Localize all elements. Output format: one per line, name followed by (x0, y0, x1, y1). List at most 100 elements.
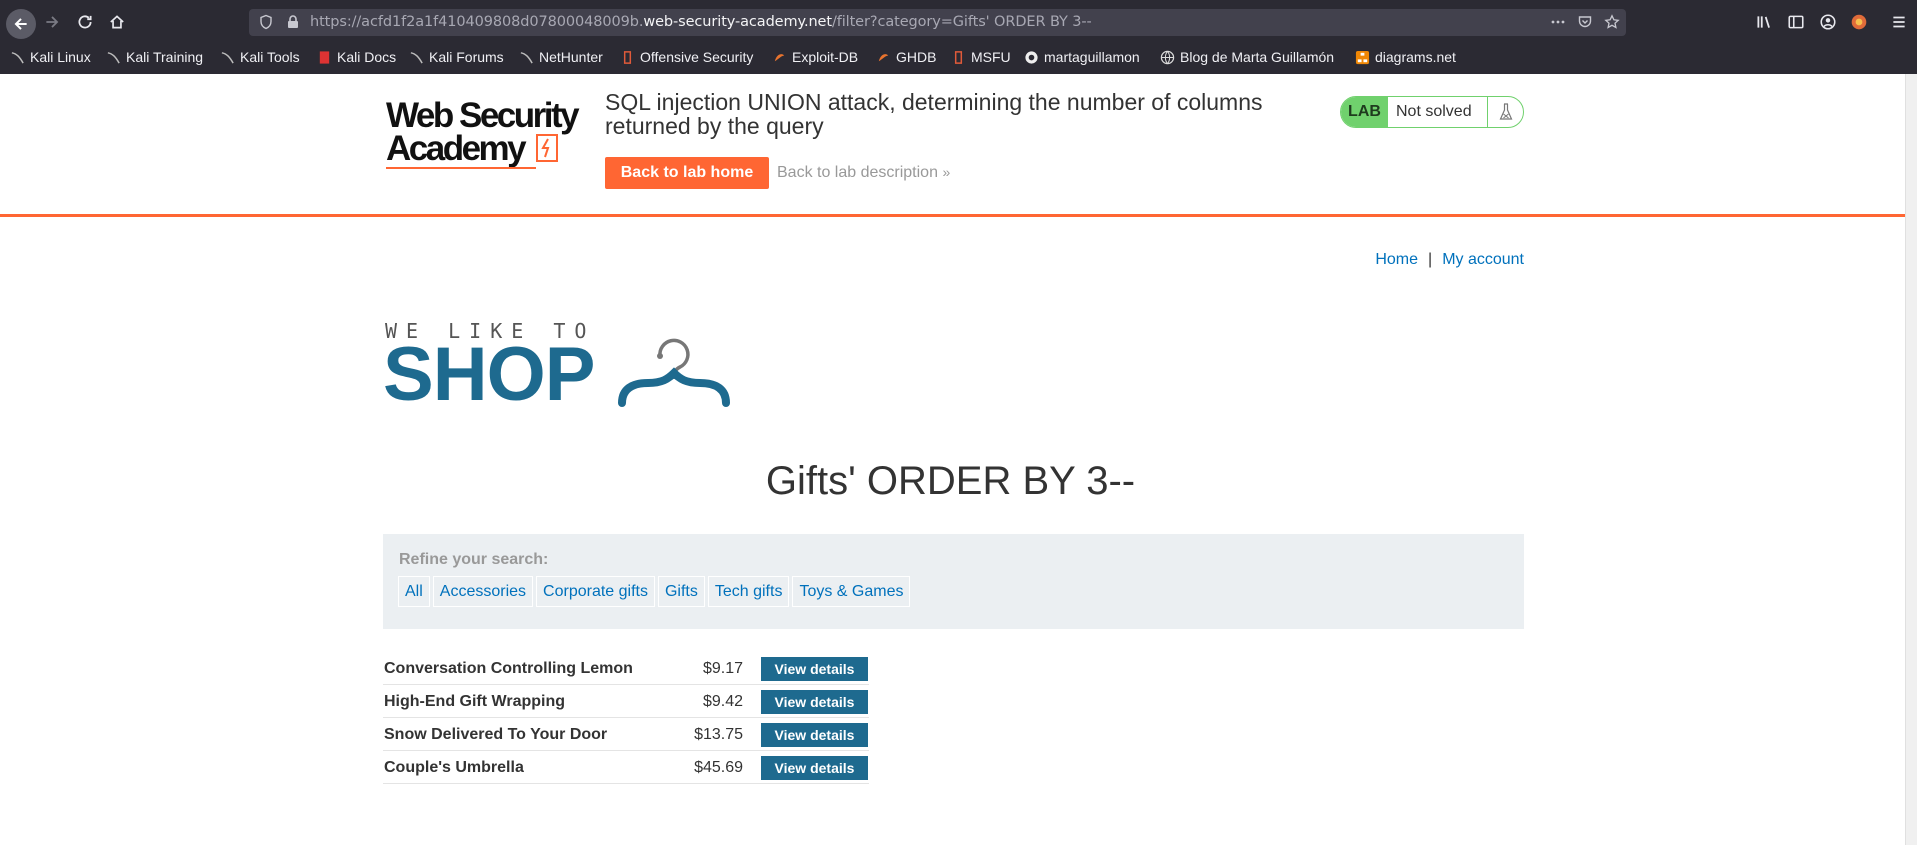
category-filters: All Accessories Corporate gifts Gifts Te… (398, 576, 911, 607)
shield-icon[interactable] (258, 14, 274, 30)
filter-tech-gifts[interactable]: Tech gifts (707, 576, 790, 607)
view-details-button[interactable]: View details (761, 756, 868, 780)
bookmark-label: MSFU (971, 49, 1011, 65)
product-name: High-End Gift Wrapping (384, 693, 566, 710)
github-icon (1025, 50, 1038, 64)
product-row: Conversation Controlling Lemon $9.17 Vie… (383, 652, 869, 685)
kali-dragon-icon (11, 51, 24, 63)
bookmark-label: Blog de Marta Guillamón (1180, 49, 1335, 65)
top-navigation: Home | My account (1375, 251, 1524, 269)
ghdb-icon (878, 53, 889, 61)
filter-corporate-gifts[interactable]: Corporate gifts (536, 576, 655, 607)
bookmark-offensive-security[interactable]: Offensive Security (620, 49, 753, 65)
lab-badge: LAB (1341, 97, 1388, 127)
refine-search-panel: Refine your search: All Accessories Corp… (383, 534, 1524, 629)
more-actions-icon[interactable] (1550, 14, 1566, 30)
back-to-lab-description-label: Back to lab description (777, 164, 938, 181)
pocket-icon[interactable] (1577, 14, 1593, 30)
bookmark-kali-training[interactable]: Kali Training (106, 49, 203, 65)
back-to-lab-home-button[interactable]: Back to lab home (605, 157, 769, 189)
product-price: $9.42 (702, 693, 743, 710)
bookmark-label: martaguillamon (1044, 49, 1140, 65)
product-row: High-End Gift Wrapping $9.42 View detail… (383, 685, 869, 718)
bookmark-star-icon[interactable] (1604, 14, 1620, 30)
my-account-link[interactable]: My account (1442, 251, 1524, 268)
diagrams-icon (1355, 50, 1370, 64)
bookmark-label: diagrams.net (1375, 49, 1456, 65)
msfu-icon (954, 50, 963, 64)
home-icon[interactable] (103, 8, 131, 36)
back-arrow-icon[interactable] (6, 9, 36, 39)
bookmark-label: Offensive Security (640, 49, 754, 65)
offsec-icon (623, 50, 632, 64)
lab-title: SQL injection UNION attack, determining … (605, 89, 1263, 139)
logo-underline (386, 167, 536, 169)
bookmark-label: Kali Tools (240, 49, 300, 65)
product-row: Snow Delivered To Your Door $13.75 View … (383, 718, 869, 751)
hanger-icon (618, 338, 730, 407)
reload-icon[interactable] (71, 8, 99, 36)
bookmark-kali-docs[interactable]: Kali Docs (317, 49, 396, 65)
address-bar[interactable]: https://acfd1f2a1f410409808d07800048009b… (249, 9, 1626, 36)
flask-icon (1487, 97, 1523, 127)
sidebar-icon[interactable] (1782, 8, 1810, 36)
web-page: Web Security Academy SQL injection UNION… (0, 74, 1905, 845)
lightning-bolt-icon (536, 134, 558, 162)
lock-icon[interactable] (285, 14, 301, 30)
bookmark-msfu[interactable]: MSFU (951, 49, 1011, 65)
back-to-lab-description-link[interactable]: Back to lab description » (777, 164, 950, 182)
kali-dragon-icon (410, 51, 423, 63)
url-path: /filter?category=Gifts' ORDER BY 3-- (831, 14, 1092, 30)
lab-status-widget: LAB Not solved (1340, 96, 1524, 128)
filter-all[interactable]: All (398, 576, 430, 607)
product-price: $9.17 (702, 660, 743, 677)
bookmark-label: Kali Forums (429, 49, 504, 65)
lab-header: Web Security Academy SQL injection UNION… (0, 74, 1905, 217)
product-name: Snow Delivered To Your Door (384, 726, 608, 743)
account-icon[interactable] (1814, 8, 1842, 36)
exploit-db-icon (774, 53, 785, 61)
shop-logo-word: SHOP (383, 332, 595, 417)
docs-icon (319, 50, 330, 64)
bookmarks-bar: Kali Linux Kali Training Kali Tools Kali… (0, 46, 1917, 72)
library-icon[interactable] (1750, 8, 1778, 36)
bookmark-label: NetHunter (539, 49, 603, 65)
filter-toys-and-games[interactable]: Toys & Games (792, 576, 911, 607)
bookmark-kali-linux[interactable]: Kali Linux (10, 49, 91, 65)
shop-logo: WE LIKE TO SHOP (383, 319, 743, 419)
bookmark-nethunter[interactable]: NetHunter (519, 49, 603, 65)
view-details-button[interactable]: View details (761, 690, 868, 714)
forward-arrow-icon[interactable] (38, 8, 66, 36)
url-text[interactable]: https://acfd1f2a1f410409808d07800048009b… (310, 14, 1092, 30)
product-name: Conversation Controlling Lemon (384, 660, 633, 677)
page-scrollbar[interactable] (1905, 74, 1917, 845)
kali-dragon-icon (520, 51, 533, 63)
double-chevron-right-icon: » (942, 164, 951, 180)
logo-line-2: Academy (386, 129, 527, 168)
bookmark-kali-forums[interactable]: Kali Forums (409, 49, 504, 65)
view-details-button[interactable]: View details (761, 723, 868, 747)
web-security-academy-logo[interactable]: Web Security Academy (386, 96, 580, 171)
menu-icon[interactable] (1885, 8, 1913, 36)
url-prefix: https://acfd1f2a1f410409808d07800048009b… (310, 14, 644, 30)
bookmark-label: Kali Linux (30, 49, 91, 65)
bookmark-blog-marta[interactable]: Blog de Marta Guillamón (1160, 49, 1334, 65)
globe-icon (1160, 50, 1175, 64)
filter-gifts[interactable]: Gifts (657, 576, 705, 607)
lab-status-text: Not solved (1396, 103, 1472, 120)
extension-icon[interactable] (1845, 8, 1873, 36)
bookmark-martaguillamon[interactable]: martaguillamon (1024, 49, 1140, 65)
bookmark-diagrams[interactable]: diagrams.net (1355, 49, 1456, 65)
bookmark-kali-tools[interactable]: Kali Tools (220, 49, 300, 65)
bookmark-exploit-db[interactable]: Exploit-DB (772, 49, 858, 65)
product-price: $13.75 (694, 726, 743, 743)
category-heading: Gifts' ORDER BY 3-- (765, 459, 1136, 503)
bookmark-label: Kali Docs (337, 49, 397, 65)
browser-toolbar: https://acfd1f2a1f410409808d07800048009b… (0, 0, 1917, 44)
browser-chrome: https://acfd1f2a1f410409808d07800048009b… (0, 0, 1917, 74)
bookmark-ghdb[interactable]: GHDB (876, 49, 936, 65)
bookmark-label: Kali Training (126, 49, 204, 65)
filter-accessories[interactable]: Accessories (432, 576, 534, 607)
view-details-button[interactable]: View details (761, 657, 868, 681)
home-link[interactable]: Home (1375, 251, 1418, 268)
